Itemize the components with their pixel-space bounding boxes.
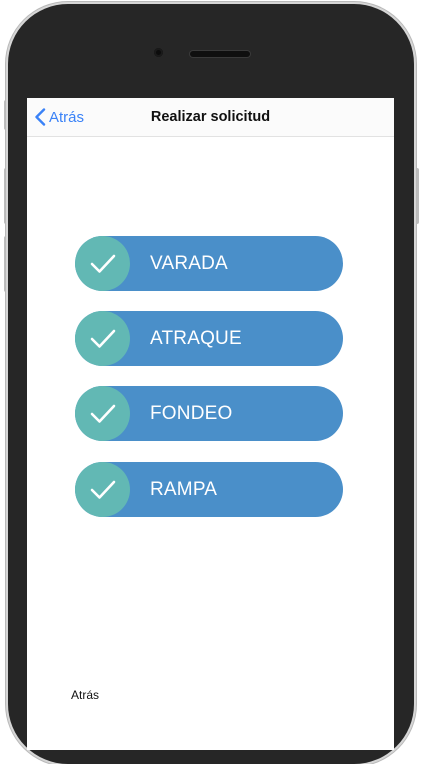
option-label: FONDEO — [150, 403, 233, 424]
earpiece-speaker — [190, 51, 250, 57]
front-camera — [154, 48, 163, 57]
page-title: Realizar solicitud — [150, 109, 271, 125]
option-atraque[interactable]: ATRAQUE — [75, 311, 343, 366]
check-badge — [75, 236, 130, 291]
option-varada[interactable]: VARADA — [75, 236, 343, 291]
navigation-bar: Atrás Realizar solicitud — [27, 98, 394, 137]
checkmark-icon — [90, 254, 115, 273]
checkmark-icon — [90, 404, 115, 423]
power-button — [414, 168, 419, 224]
option-rampa[interactable]: RAMPA — [75, 462, 343, 517]
check-badge — [75, 311, 130, 366]
option-label: RAMPA — [150, 479, 218, 500]
option-fondeo[interactable]: FONDEO — [75, 386, 343, 441]
checkmark-icon — [90, 480, 115, 499]
check-badge — [75, 462, 130, 517]
option-label: VARADA — [150, 253, 228, 274]
option-label: ATRAQUE — [150, 328, 242, 349]
footer-back-link[interactable]: Atrás — [71, 688, 99, 702]
checkmark-icon — [90, 329, 115, 348]
check-badge — [75, 386, 130, 441]
app-screen: Atrás Realizar solicitud VARADA ATRAQUE … — [27, 98, 394, 750]
